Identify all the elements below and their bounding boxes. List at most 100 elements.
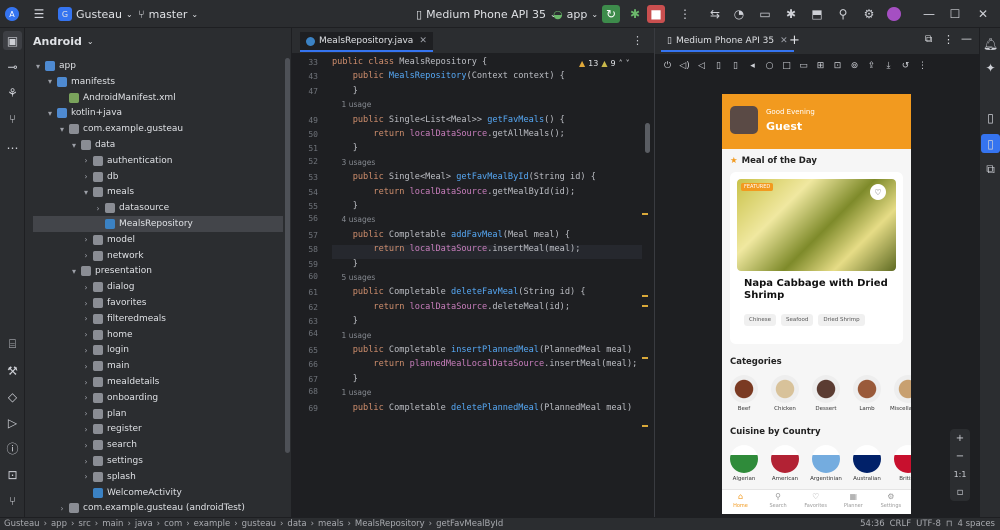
run-icon[interactable]: ▷	[3, 413, 22, 432]
rerun-button[interactable]: ↻	[602, 5, 620, 23]
breadcrumb-item[interactable]: java	[135, 519, 153, 529]
nav-favorites[interactable]: ♡ Favorites	[797, 492, 834, 509]
code-line[interactable]: }	[332, 86, 358, 96]
editor-scrollbar[interactable]	[645, 123, 650, 153]
breadcrumb-item[interactable]: main	[102, 519, 123, 529]
chevron-icon[interactable]: ▾	[69, 141, 79, 150]
avatar[interactable]	[887, 5, 901, 23]
tree-item[interactable]: WelcomeActivity	[25, 485, 285, 501]
chevron-icon[interactable]: ›	[57, 504, 67, 513]
breadcrumb-item[interactable]: src	[78, 519, 90, 529]
chevron-icon[interactable]: ▾	[33, 62, 43, 71]
search-icon[interactable]: ⚲	[834, 5, 852, 23]
code-line[interactable]: public class MealsRepository {	[332, 57, 487, 67]
tree-item[interactable]: › plan	[25, 406, 285, 422]
more-tools-icon[interactable]: …	[3, 135, 22, 154]
tree-item[interactable]: ▾ app	[25, 58, 285, 74]
code-line[interactable]: return plannedMealLocalDataSource.insert…	[332, 359, 637, 369]
country-flag[interactable]	[853, 445, 881, 473]
tree-item[interactable]: ▾ manifests	[25, 74, 285, 90]
chevron-icon[interactable]: ›	[81, 441, 91, 450]
nav-settings[interactable]: ⚙ Settings	[872, 492, 909, 509]
chevron-icon[interactable]: ›	[81, 472, 91, 481]
maximize-icon[interactable]: ☐	[946, 5, 964, 23]
stop-button[interactable]: ■	[647, 5, 665, 23]
chevron-icon[interactable]: ›	[81, 457, 91, 466]
breadcrumb-item[interactable]: Gusteau	[4, 519, 40, 529]
volume-down-icon[interactable]: ◁	[695, 60, 708, 73]
pull-requests-icon[interactable]: ⑂	[3, 109, 22, 128]
app-quality-icon[interactable]: ◇	[3, 387, 22, 406]
chevron-icon[interactable]: ▾	[45, 77, 55, 86]
chevron-icon[interactable]: ›	[81, 378, 91, 387]
category-image[interactable]	[853, 375, 881, 403]
tree-item[interactable]: › model	[25, 232, 285, 248]
nav-planner[interactable]: ▦ Planner	[835, 492, 872, 509]
code-line[interactable]: 1 usage	[332, 388, 372, 398]
chevron-icon[interactable]: ›	[81, 172, 91, 181]
tree-item[interactable]: › search	[25, 437, 285, 453]
chevron-icon[interactable]: ›	[81, 409, 91, 418]
code-line[interactable]: }	[332, 259, 358, 269]
code-line[interactable]: public Completable insertPlannedMeal(Pla…	[332, 345, 632, 355]
close-icon[interactable]: ✕	[974, 5, 992, 23]
rotate-right-icon[interactable]: ▯	[729, 60, 742, 73]
chevron-icon[interactable]: ›	[81, 235, 91, 244]
breadcrumb-item[interactable]: app	[51, 519, 67, 529]
chevron-icon[interactable]: ▾	[57, 125, 67, 134]
code-line[interactable]: 1 usage	[332, 100, 372, 110]
avatar[interactable]	[730, 106, 758, 134]
chevron-icon[interactable]: ▾	[45, 109, 55, 118]
sdk-manager-icon[interactable]: ⬒	[808, 5, 826, 23]
tree-item[interactable]: › main	[25, 358, 285, 374]
indent-setting[interactable]: 4 spaces	[958, 519, 995, 529]
minimize-icon[interactable]: —	[920, 5, 938, 23]
line-ending[interactable]: CRLF	[890, 519, 911, 529]
notifications-icon[interactable]: 🔔︎	[981, 34, 1000, 53]
add-device-icon[interactable]: +	[789, 33, 800, 48]
code-line[interactable]: }	[332, 201, 358, 211]
chevron-icon[interactable]: ▾	[81, 188, 91, 197]
country-flag[interactable]	[812, 445, 840, 473]
favorite-heart-icon[interactable]: ♡	[870, 184, 886, 200]
sync-icon[interactable]: ⇆	[706, 5, 724, 23]
chevron-icon[interactable]: ›	[81, 299, 91, 308]
commit-icon[interactable]: ⊸	[3, 57, 22, 76]
tree-item[interactable]: › favorites	[25, 295, 285, 311]
project-tool-icon[interactable]: ▣	[3, 31, 22, 50]
tree-item[interactable]: › login	[25, 342, 285, 358]
branch-selector[interactable]: ⑂ master ⌄	[138, 5, 198, 23]
tree-item[interactable]: › authentication	[25, 153, 285, 169]
phone-screen[interactable]: Good Evening Guest ★ Meal of the Day FEAT…	[722, 94, 911, 514]
tab-device[interactable]: ▯ Medium Phone API 35 ✕	[661, 32, 794, 52]
category-image[interactable]	[771, 375, 799, 403]
tree-item[interactable]: › db	[25, 169, 285, 185]
download-icon[interactable]: ⤓	[882, 60, 895, 73]
run-config-selector[interactable]: ◒ app ⌄	[553, 5, 598, 23]
tree-item[interactable]: AndroidManifest.xml	[25, 90, 285, 106]
fold-icon[interactable]: ▭	[797, 60, 810, 73]
debug-button[interactable]: ✱	[626, 5, 644, 23]
caret-position[interactable]: 54:36	[860, 519, 885, 529]
running-devices-icon[interactable]: ▯	[981, 134, 1000, 153]
breadcrumb-item[interactable]: com	[164, 519, 182, 529]
category-image[interactable]	[894, 375, 911, 403]
project-selector[interactable]: G Gusteau ⌄	[58, 5, 133, 23]
chevron-icon[interactable]: ›	[81, 283, 91, 292]
code-line[interactable]: public Single<Meal> getFavMealById(Strin…	[332, 172, 596, 182]
rotate-left-icon[interactable]: ▯	[712, 60, 725, 73]
chevron-icon[interactable]: ›	[81, 362, 91, 371]
app-logo-icon[interactable]: A	[5, 5, 19, 23]
file-encoding[interactable]: UTF-8	[916, 519, 941, 529]
screen-record-icon[interactable]: ⊚	[848, 60, 861, 73]
chevron-icon[interactable]: ▾	[69, 267, 79, 276]
volume-up-icon[interactable]: ◁)	[678, 60, 691, 73]
breadcrumb-item[interactable]: example	[194, 519, 231, 529]
device-explorer-icon[interactable]: ⧉	[981, 160, 1000, 179]
hide-panel-icon[interactable]: —	[961, 32, 972, 45]
code-line[interactable]: 4 usages	[332, 215, 376, 225]
gemini-icon[interactable]: ✦	[981, 58, 1000, 77]
device-selector[interactable]: ▯ Medium Phone API 35 ⌄	[416, 5, 557, 23]
tree-item[interactable]: › com.example.gusteau (androidTest)	[25, 500, 285, 516]
build-icon[interactable]: ⚒	[3, 361, 22, 380]
